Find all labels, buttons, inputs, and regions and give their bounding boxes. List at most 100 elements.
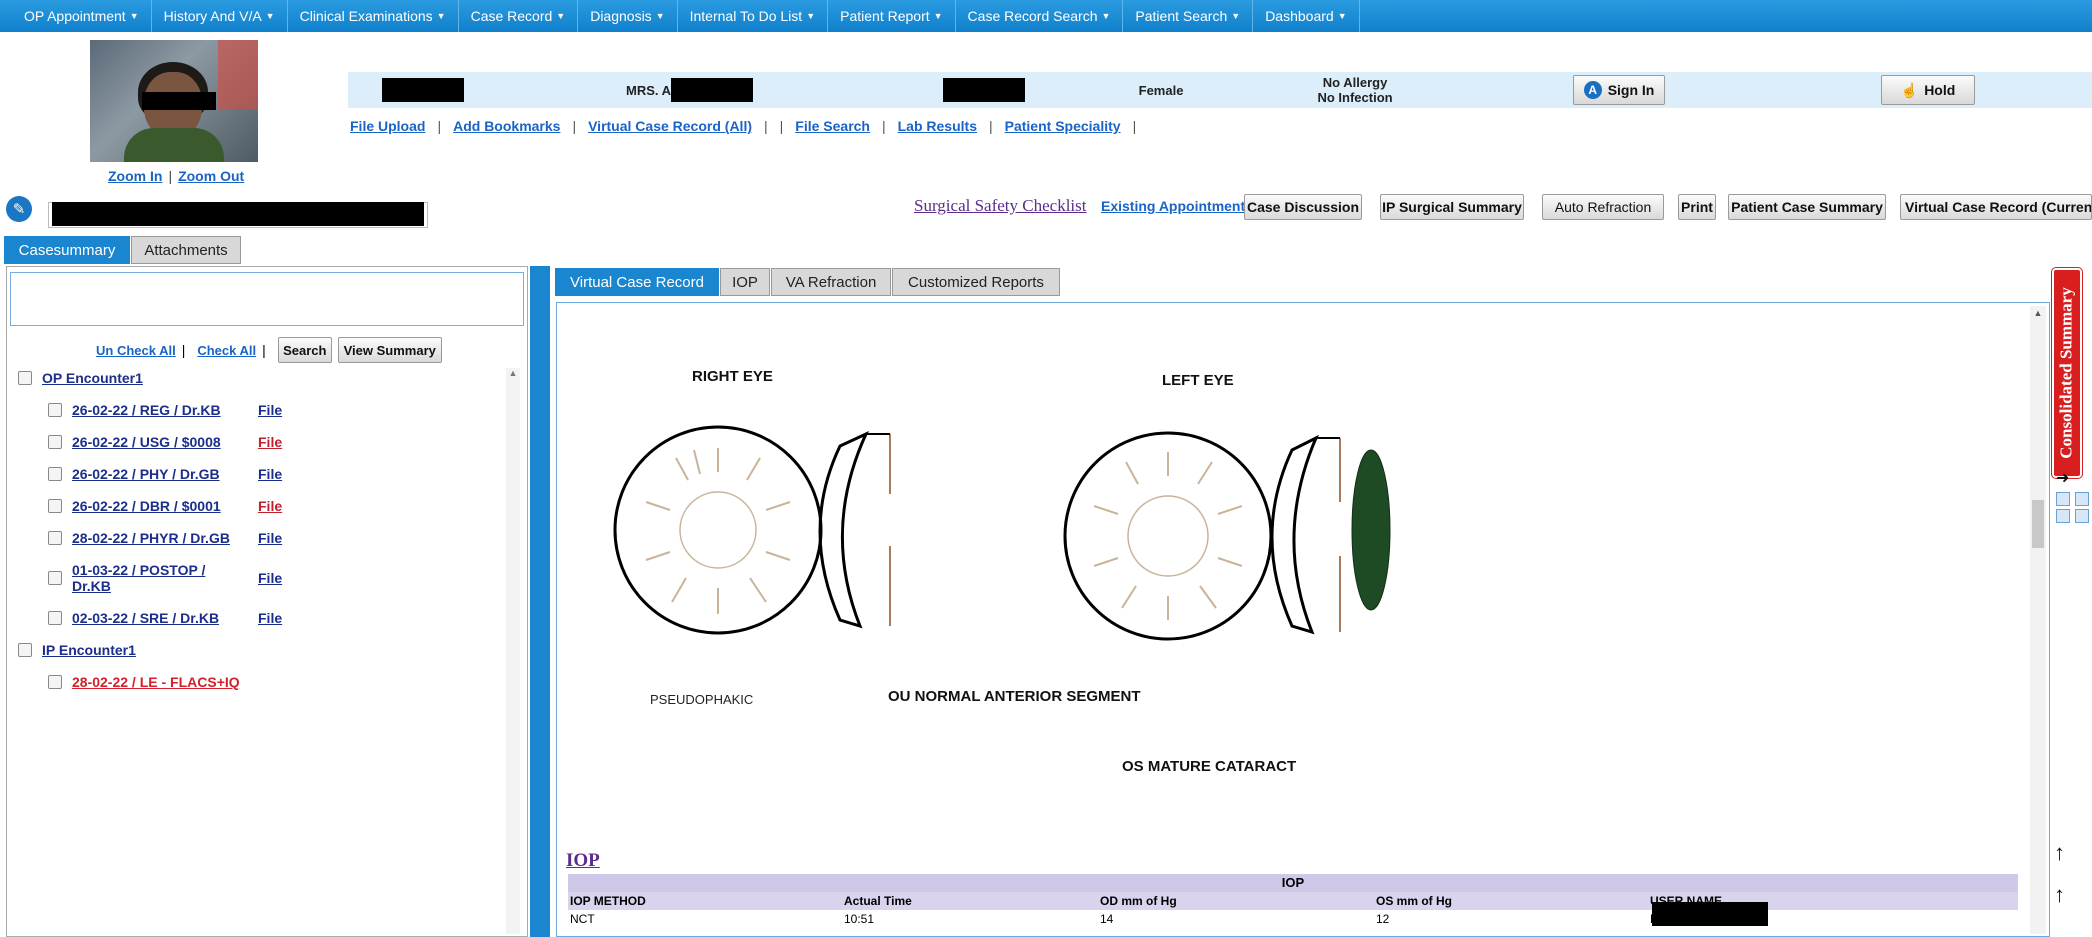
add-bookmarks-link[interactable]: Add Bookmarks xyxy=(453,118,560,134)
summary-textarea[interactable] xyxy=(10,272,524,326)
infection-status: No Infection xyxy=(1317,90,1393,105)
right-eye-front-view xyxy=(613,425,823,635)
nav-dashboard[interactable]: Dashboard ▼ xyxy=(1253,0,1360,32)
checkbox[interactable] xyxy=(48,467,62,481)
zoom-in-link[interactable]: Zoom In xyxy=(108,168,162,184)
nav-history-va[interactable]: History And V/A ▼ xyxy=(152,0,288,32)
tab-casesummary[interactable]: Casesummary xyxy=(4,236,130,264)
allergy-info: No Allergy No Infection xyxy=(1295,75,1415,105)
nav-diagnosis[interactable]: Diagnosis ▼ xyxy=(578,0,678,32)
left-eye-front-view xyxy=(1063,431,1273,641)
caret-down-icon: ▼ xyxy=(933,11,943,21)
nav-patient-search[interactable]: Patient Search ▼ xyxy=(1123,0,1254,32)
file-link[interactable]: File xyxy=(258,402,282,418)
checkbox[interactable] xyxy=(48,675,62,689)
iop-section-link[interactable]: IOP xyxy=(566,850,600,872)
tab-attachments[interactable]: Attachments xyxy=(131,236,241,264)
op-encounter[interactable]: OP Encounter1 xyxy=(18,370,282,386)
list-item[interactable]: 26-02-22 / REG / Dr.KB File xyxy=(48,402,282,418)
checkbox[interactable] xyxy=(48,403,62,417)
checkbox[interactable] xyxy=(48,435,62,449)
file-link[interactable]: File xyxy=(258,498,282,514)
record-scrollbar[interactable]: ▲ xyxy=(2030,306,2046,934)
scroll-top-icon[interactable]: ↑ xyxy=(2054,840,2065,866)
virtual-case-record-current-button[interactable]: Virtual Case Record (Current) xyxy=(1900,194,2092,220)
file-upload-link[interactable]: File Upload xyxy=(350,118,425,134)
file-link[interactable]: File xyxy=(258,434,282,450)
allergy-status: No Allergy xyxy=(1322,75,1388,90)
sign-in-button[interactable]: A Sign In xyxy=(1573,75,1666,105)
uncheck-all-link[interactable]: Un Check All xyxy=(96,343,176,358)
patient-case-summary-button[interactable]: Patient Case Summary xyxy=(1728,194,1886,220)
list-item[interactable]: 28-02-22 / LE - FLACS+IQ xyxy=(48,674,282,690)
tab-va-refraction[interactable]: VA Refraction xyxy=(771,268,891,296)
lab-results-link[interactable]: Lab Results xyxy=(898,118,977,134)
scrollbar-thumb[interactable] xyxy=(2032,500,2044,548)
file-link[interactable]: File xyxy=(258,530,282,546)
nav-clinical-examinations[interactable]: Clinical Examinations ▼ xyxy=(288,0,459,32)
virtual-case-record-all-link[interactable]: Virtual Case Record (All) xyxy=(588,118,752,134)
list-item[interactable]: 01-03-22 / POSTOP / Dr.KB File xyxy=(48,562,282,594)
tab-virtual-case-record[interactable]: Virtual Case Record xyxy=(555,268,719,296)
scroll-top-icon[interactable]: ↑ xyxy=(2054,882,2065,908)
check-all-link[interactable]: Check All xyxy=(197,343,256,358)
caret-down-icon: ▼ xyxy=(556,11,566,21)
existing-appointment-link[interactable]: Existing Appointment xyxy=(1101,198,1245,214)
auto-refraction-button[interactable]: Auto Refraction xyxy=(1542,194,1664,220)
case-discussion-button[interactable]: Case Discussion xyxy=(1244,194,1362,220)
list-item[interactable]: 02-03-22 / SRE / Dr.KB File xyxy=(48,610,282,626)
hold-button[interactable]: ☝ Hold xyxy=(1881,75,1976,105)
file-search-link[interactable]: File Search xyxy=(795,118,870,134)
scroll-up-icon[interactable]: ▲ xyxy=(2030,308,2046,318)
nav-patient-report[interactable]: Patient Report ▼ xyxy=(828,0,956,32)
caret-down-icon: ▼ xyxy=(655,11,665,21)
redacted-age xyxy=(943,78,1026,102)
print-button[interactable]: Print xyxy=(1678,194,1716,220)
tab-customized-reports[interactable]: Customized Reports xyxy=(892,268,1060,296)
iop-table-title: IOP xyxy=(568,874,2018,892)
view-summary-button[interactable]: View Summary xyxy=(337,337,442,363)
zoom-out-link[interactable]: Zoom Out xyxy=(178,168,244,184)
layout-toggle-icons[interactable] xyxy=(2056,492,2091,523)
nav-internal-todo[interactable]: Internal To Do List ▼ xyxy=(678,0,829,32)
arrow-down-icon[interactable]: ➜ xyxy=(2056,468,2069,488)
checkbox[interactable] xyxy=(18,643,32,657)
list-item[interactable]: 26-02-22 / PHY / Dr.GB File xyxy=(48,466,282,482)
list-item[interactable]: 26-02-22 / USG / $0008 File xyxy=(48,434,282,450)
consolidated-summary-tab[interactable]: Consolidated Summary xyxy=(2052,268,2082,478)
checkbox[interactable] xyxy=(48,571,62,585)
checkbox[interactable] xyxy=(48,531,62,545)
left-eye-label: LEFT EYE xyxy=(1162,372,1234,389)
ip-encounter[interactable]: IP Encounter1 xyxy=(18,642,282,658)
checkbox[interactable] xyxy=(18,371,32,385)
nav-case-record-search[interactable]: Case Record Search ▼ xyxy=(956,0,1124,32)
left-controls: Un Check All | Check All | Search View S… xyxy=(96,337,442,363)
layout-icon[interactable] xyxy=(2056,509,2070,523)
ip-surgical-summary-button[interactable]: IP Surgical Summary xyxy=(1380,194,1524,220)
layout-icon[interactable] xyxy=(2075,492,2089,506)
left-scrollbar[interactable]: ▲ xyxy=(506,368,520,934)
tab-iop[interactable]: IOP xyxy=(720,268,770,296)
search-button[interactable]: Search xyxy=(277,337,332,363)
surgical-safety-checklist-link[interactable]: Surgical Safety Checklist xyxy=(914,196,1087,216)
edit-patient-icon[interactable]: ✎ xyxy=(6,196,32,222)
checkbox[interactable] xyxy=(48,611,62,625)
photo-zoom-controls: Zoom In | Zoom Out xyxy=(108,168,244,184)
checkbox[interactable] xyxy=(48,499,62,513)
file-link[interactable]: File xyxy=(258,570,282,586)
patient-speciality-link[interactable]: Patient Speciality xyxy=(1005,118,1121,134)
separator: | xyxy=(168,168,173,184)
list-item[interactable]: 28-02-22 / PHYR / Dr.GB File xyxy=(48,530,282,546)
nav-op-appointment[interactable]: OP Appointment ▼ xyxy=(12,0,152,32)
patient-salutation: MRS. A xyxy=(626,82,672,98)
list-item[interactable]: 26-02-22 / DBR / $0001 File xyxy=(48,498,282,514)
nav-case-record[interactable]: Case Record ▼ xyxy=(459,0,579,32)
panel-splitter[interactable] xyxy=(530,266,550,937)
file-link[interactable]: File xyxy=(258,466,282,482)
layout-icon[interactable] xyxy=(2075,509,2089,523)
left-eye-side-view xyxy=(1270,434,1391,635)
file-link[interactable]: File xyxy=(258,610,282,626)
layout-icon[interactable] xyxy=(2056,492,2070,506)
scroll-up-icon[interactable]: ▲ xyxy=(506,368,520,378)
caret-down-icon: ▼ xyxy=(1101,11,1111,21)
